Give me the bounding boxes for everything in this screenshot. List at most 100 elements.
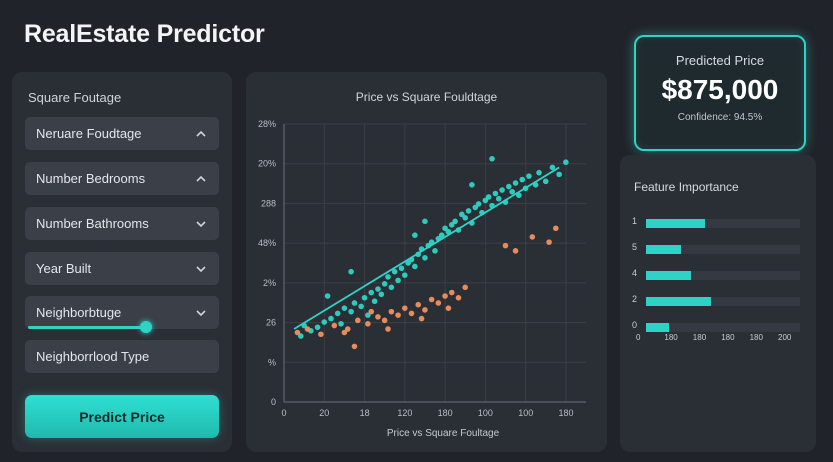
y-tick-label: 0 [271,397,276,407]
data-point [462,284,468,291]
scatter-chart-panel: Price vs Square Fouldtage 28% 20% 288 48% 2%… [246,72,607,452]
data-point [358,303,364,310]
fi-x-tick-label: 200 [778,333,792,342]
data-point [318,331,324,338]
data-point [331,322,338,329]
data-point [381,317,388,324]
feature-label: 0 [632,320,638,330]
data-point [304,326,311,332]
data-point [351,343,358,350]
feature-importance-row: 2 [632,294,802,307]
data-point [499,187,505,193]
x-tick-label: 100 [518,408,533,418]
neighborhood-select[interactable]: Neighborbtuge [25,296,219,329]
year-built-select[interactable]: Year Built [25,252,219,285]
data-point [402,305,408,311]
data-point [452,218,458,225]
field-label: Neruare Foudtage [36,126,142,141]
chevron-down-icon [195,218,207,230]
data-point [428,296,435,303]
feature-importance-row: 5 [632,242,802,255]
data-point [546,239,552,245]
data-point [398,265,405,272]
data-point [371,298,378,305]
data-point [341,329,348,336]
x-tick-label: 120 [397,408,412,418]
field-label: Year Built [36,261,92,276]
neighborhood-type-select[interactable]: Neighborrlood Type [25,340,219,373]
data-point [495,195,502,202]
feature-importance-panel: Feature Importance 1 5 4 2 0 0 180 180 180 180 20… [620,155,816,452]
data-point [512,248,519,254]
predicted-price-value: $875,000 [661,74,779,105]
data-point [321,319,328,325]
data-point [395,312,401,318]
data-point [432,248,438,254]
neighborhood-slider-thumb[interactable] [140,321,152,333]
data-point [408,310,415,317]
x-tick-label: 100 [478,408,493,418]
fi-x-tick-label: 180 [692,333,707,342]
feature-bar [646,271,691,280]
feature-importance-row: 4 [632,268,802,281]
data-point [526,173,532,179]
fi-x-tick-label: 180 [721,333,735,342]
feature-bar-track [646,323,800,332]
data-point [509,188,515,195]
data-point [489,155,495,162]
data-point [368,289,375,296]
data-point [375,286,381,292]
data-point [348,308,354,315]
data-point [368,308,375,315]
data-point [385,274,391,280]
x-tick-label: 18 [360,408,370,418]
data-point [388,308,395,315]
square-footage-select[interactable]: Neruare Foudtage [25,117,219,150]
data-point [465,208,472,214]
data-point [378,291,385,298]
y-tick-label: 288 [261,198,276,208]
data-point [422,254,428,261]
data-point [365,321,371,327]
feature-label: 5 [632,242,638,252]
confidence-text: Confidence: 94.5% [677,112,763,123]
feature-bar [646,297,711,306]
data-point [324,293,331,299]
data-point [412,263,418,270]
data-point [402,272,408,278]
chevron-down-icon [195,263,207,275]
chevron-down-icon [195,307,207,319]
data-point [422,218,428,225]
data-point [506,183,512,190]
data-point [418,315,425,322]
neighborhood-slider-track[interactable] [28,326,146,329]
data-point [361,294,368,301]
bedrooms-select[interactable]: Number Bedrooms [25,162,219,195]
fi-x-tick-label: 180 [664,333,678,342]
y-tick-label: 26 [266,318,276,328]
feature-importance-row: 1 [632,216,802,229]
data-point [445,305,452,311]
data-point [485,194,492,200]
data-point [351,300,358,306]
app-title: RealEstate Predictor [24,20,265,48]
data-point [314,324,321,331]
data-point [462,215,468,221]
data-point [395,277,401,284]
field-label: Neighborrlood Type [36,349,150,364]
chevron-up-icon [195,173,207,185]
y-tick-label: 48% [258,238,276,248]
predicted-price-label: Predicted Price [675,53,765,68]
data-point [385,326,391,332]
y-tick-label: 20% [258,159,276,169]
data-point [381,281,388,287]
x-tick-label: 0 [281,408,286,418]
data-point [475,201,482,207]
bathrooms-select[interactable]: Number Bathrooms [25,207,219,240]
predict-price-button[interactable]: Predict Price [25,395,219,438]
data-point [435,300,442,306]
data-point [519,176,526,183]
data-point [542,178,549,185]
predicted-price-card: Predicted Price $875,000 Confidence: 94.… [634,35,806,151]
data-point [294,329,301,336]
